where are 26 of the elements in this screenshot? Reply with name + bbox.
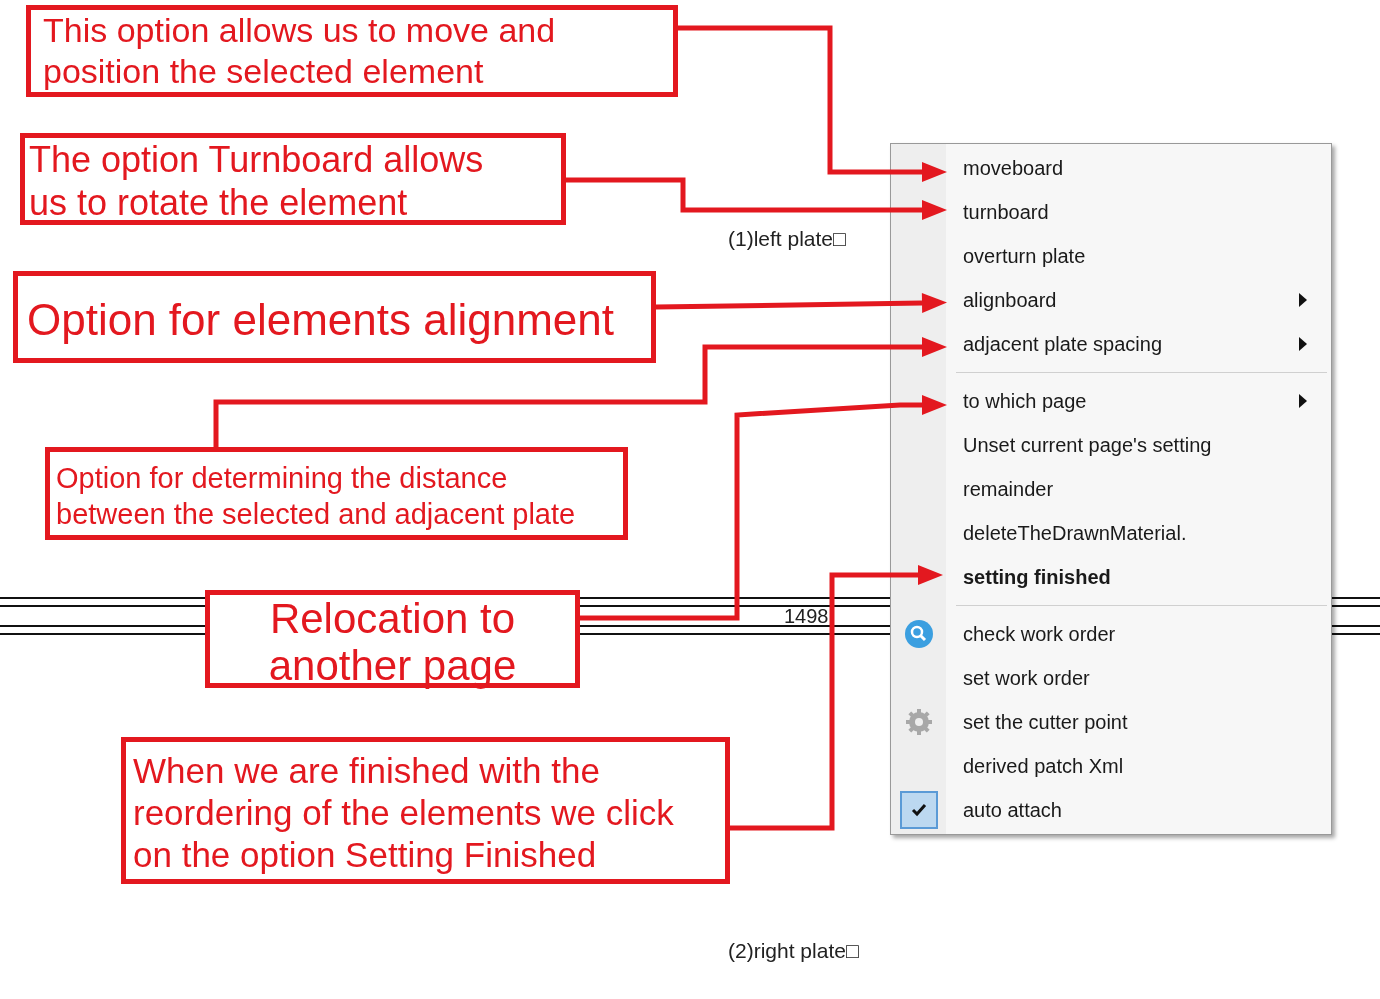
menu-item[interactable]: alignboard — [891, 278, 1331, 322]
callout-text: Option for determining the distance between the selected and adjacent plate — [56, 461, 577, 532]
callout-text: When we are finished with the reordering of the elements we click on the option Setting Finished — [133, 750, 675, 876]
callout-text: The option Turnboard allows us to rotate the element — [29, 138, 485, 224]
menu-item[interactable]: overturn plate — [891, 234, 1331, 278]
menu-item[interactable]: set work order — [891, 656, 1331, 700]
settings-icon — [903, 707, 934, 737]
plate-label: (1)left plate□ — [728, 228, 846, 249]
plate-label: (2)right plate□ — [728, 940, 859, 961]
menu-item[interactable]: set the cutter point — [891, 700, 1331, 744]
menu-item[interactable]: turnboard — [891, 190, 1331, 234]
menu-item[interactable]: setting finished — [891, 555, 1331, 599]
callout-text: This option allows us to move and position the selected element — [43, 10, 557, 92]
menu-item[interactable]: derived patch Xml — [891, 744, 1331, 788]
menu-item[interactable]: Unset current page's setting — [891, 423, 1331, 467]
menu-item[interactable]: check work order — [891, 612, 1331, 656]
menu-item[interactable]: moveboard — [891, 146, 1331, 190]
search-icon — [903, 619, 934, 649]
dimension-label: 1498 — [784, 606, 829, 626]
menu-item[interactable]: to which page — [891, 379, 1331, 423]
menu-item-label: setting finished — [963, 565, 1111, 590]
menu-item[interactable]: deleteTheDrawnMaterial. — [891, 511, 1331, 555]
menu-item[interactable]: auto attach — [891, 788, 1331, 832]
menu-item[interactable]: remainder — [891, 467, 1331, 511]
menu-item[interactable]: adjacent plate spacing — [891, 322, 1331, 366]
callout-text: Option for elements alignment — [27, 294, 615, 346]
